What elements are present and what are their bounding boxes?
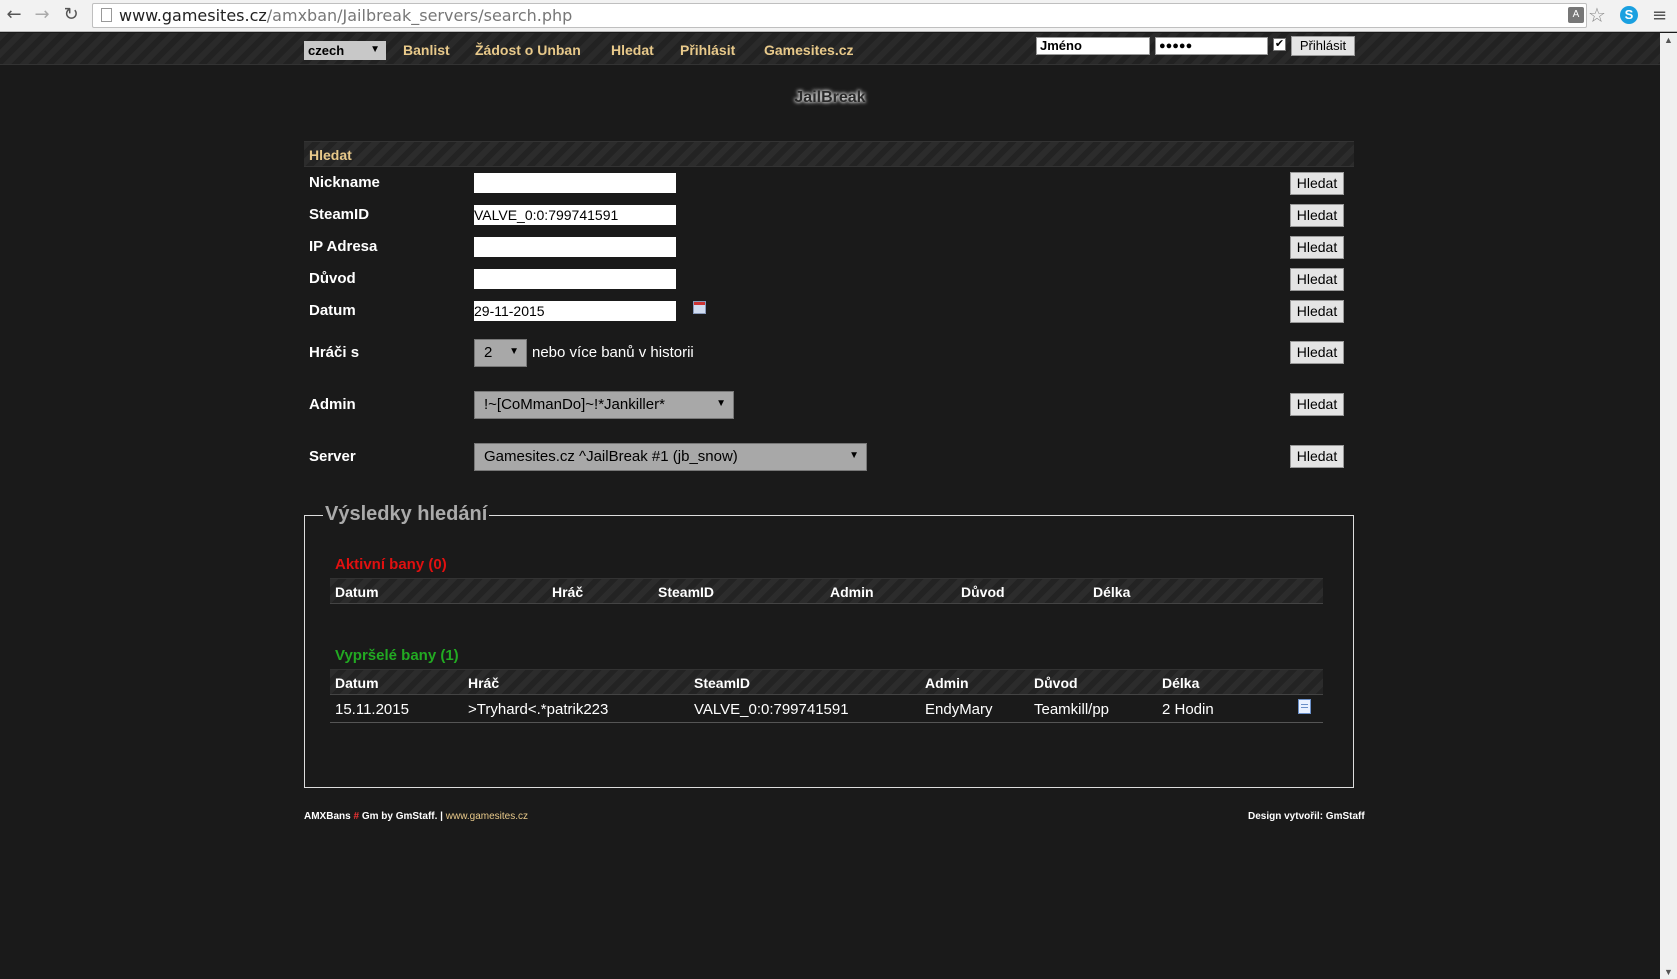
nav-gamesites[interactable]: Gamesites.cz: [764, 42, 854, 58]
date-label: Datum: [309, 302, 356, 319]
ip-input[interactable]: [474, 237, 676, 257]
column-header[interactable]: Hráč: [552, 584, 583, 600]
column-header[interactable]: Hráč: [468, 675, 499, 691]
date-input[interactable]: 29-11-2015: [474, 301, 676, 321]
players-label: Hráči s: [309, 344, 360, 361]
address-bar[interactable]: www.gamesites.cz/amxban/Jailbreak_server…: [92, 3, 1587, 28]
search-server-button[interactable]: Hledat: [1290, 445, 1344, 468]
expired-bans-table-header: Datum Hráč SteamID Admin Důvod Délka: [330, 669, 1323, 695]
search-steamid-button[interactable]: Hledat: [1290, 204, 1344, 227]
column-header[interactable]: Délka: [1162, 675, 1199, 691]
login-button[interactable]: Přihlásit: [1291, 36, 1355, 56]
browser-menu-icon[interactable]: ≡: [1652, 5, 1667, 26]
footer-app-name: AMXBans: [304, 811, 351, 822]
login-password-field[interactable]: ●●●●●: [1155, 37, 1268, 55]
search-results-legend: Výsledky hledání: [323, 503, 490, 526]
login-name-field[interactable]: Jméno: [1036, 37, 1150, 55]
page-title: JailBreak: [794, 89, 866, 106]
ban-length: 2 Hodin: [1162, 701, 1214, 718]
nav-login[interactable]: Přihlásit: [680, 42, 735, 58]
footer-site-link[interactable]: www.gamesites.cz: [446, 811, 528, 822]
footer-author: Gm by GmStaff. |: [361, 811, 443, 822]
reason-label: Důvod: [309, 270, 356, 287]
ip-label: IP Adresa: [309, 238, 378, 255]
nav-search[interactable]: Hledat: [611, 42, 654, 58]
back-icon[interactable]: ←: [4, 5, 24, 25]
column-header[interactable]: Důvod: [961, 584, 1005, 600]
ban-steamid: VALVE_0:0:799741591: [694, 701, 849, 718]
ban-date: 15.11.2015: [335, 701, 409, 718]
footer-design-credit: Design vytvořil: GmStaff: [1248, 811, 1365, 822]
chevron-down-icon: ▼: [370, 44, 380, 55]
ban-count-suffix: nebo více banů v historii: [532, 344, 694, 361]
column-header[interactable]: Důvod: [1034, 675, 1078, 691]
top-navigation: czech ▼ Banlist Žádost o Unban Hledat Při…: [0, 33, 1660, 65]
search-section-header: Hledat: [304, 141, 1354, 167]
scroll-up-icon[interactable]: ▲: [1664, 35, 1673, 45]
table-row[interactable]: 15.11.2015 >Tryhard<.*patrik223 VALVE_0:…: [330, 695, 1323, 723]
browser-toolbar: ← → ↻ www.gamesites.cz/amxban/Jailbreak_…: [0, 0, 1677, 32]
skype-icon[interactable]: S: [1620, 6, 1638, 24]
nav-banlist[interactable]: Banlist: [403, 42, 450, 58]
remember-checkbox[interactable]: ✔: [1273, 38, 1286, 51]
search-players-button[interactable]: Hledat: [1290, 341, 1344, 364]
forward-icon[interactable]: →: [32, 5, 52, 25]
translate-icon[interactable]: A: [1568, 7, 1584, 23]
ban-count-select[interactable]: 2 ▼: [474, 339, 527, 367]
search-section-title: Hledat: [309, 147, 352, 163]
search-admin-button[interactable]: Hledat: [1290, 393, 1344, 416]
admin-select[interactable]: !~[CoMmanDo]~!*Jankiller* ▼: [474, 391, 734, 419]
chevron-down-icon: ▼: [509, 346, 519, 357]
column-header[interactable]: Admin: [925, 675, 969, 691]
steamid-input[interactable]: VALVE_0:0:799741591: [474, 205, 676, 225]
footer-credits: AMXBans # Gm by GmStaff. | www.gamesites…: [304, 811, 528, 822]
active-bans-table-header: Datum Hráč SteamID Admin Důvod Délka: [330, 578, 1323, 604]
column-header[interactable]: Admin: [830, 584, 874, 600]
chevron-down-icon: ▼: [849, 450, 859, 461]
server-label: Server: [309, 448, 356, 465]
reason-input[interactable]: [474, 269, 676, 289]
footer-hash: #: [353, 811, 360, 822]
language-select[interactable]: czech ▼: [304, 41, 386, 60]
search-reason-button[interactable]: Hledat: [1290, 268, 1344, 291]
ban-reason: Teamkill/pp: [1034, 701, 1110, 718]
chevron-down-icon: ▼: [716, 398, 726, 409]
admin-label: Admin: [309, 396, 356, 413]
nickname-input[interactable]: [474, 173, 676, 193]
steamid-label: SteamID: [309, 206, 370, 223]
column-header[interactable]: Datum: [335, 675, 379, 691]
url-text[interactable]: www.gamesites.cz/amxban/Jailbreak_server…: [119, 6, 572, 26]
page-scrollbar[interactable]: ▲ ▼: [1660, 33, 1677, 979]
reload-icon[interactable]: ↻: [61, 5, 81, 25]
column-header[interactable]: Datum: [335, 584, 379, 600]
column-header[interactable]: Délka: [1093, 584, 1130, 600]
active-bans-title: Aktivní bany (0): [335, 556, 447, 573]
bookmark-star-icon[interactable]: ☆: [1588, 3, 1606, 27]
nav-unban-request[interactable]: Žádost o Unban: [475, 42, 581, 58]
expired-bans-title: Vypršelé bany (1): [335, 647, 459, 664]
column-header[interactable]: SteamID: [658, 584, 714, 600]
server-select[interactable]: Gamesites.cz ^JailBreak #1 (jb_snow) ▼: [474, 443, 867, 471]
search-results-fieldset: [304, 515, 1354, 788]
search-nickname-button[interactable]: Hledat: [1290, 172, 1344, 195]
page-icon: [101, 8, 112, 22]
nickname-label: Nickname: [309, 174, 380, 191]
scroll-down-icon[interactable]: ▼: [1664, 967, 1673, 977]
ban-player: >Tryhard<.*patrik223: [468, 701, 609, 718]
ban-details-icon[interactable]: [1298, 699, 1311, 714]
calendar-icon[interactable]: [693, 301, 706, 314]
column-header[interactable]: SteamID: [694, 675, 750, 691]
search-ip-button[interactable]: Hledat: [1290, 236, 1344, 259]
search-date-button[interactable]: Hledat: [1290, 300, 1344, 323]
ban-admin: EndyMary: [925, 701, 993, 718]
